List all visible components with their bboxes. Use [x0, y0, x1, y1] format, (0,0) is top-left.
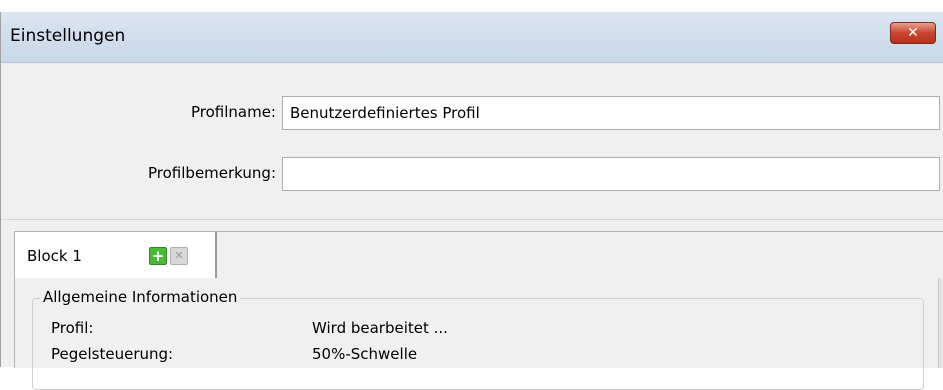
info-key: Pegelsteuerung:	[51, 345, 174, 363]
close-icon: ✕	[907, 25, 919, 41]
remove-block-button[interactable]: ✕	[170, 247, 188, 265]
section-divider	[1, 219, 943, 220]
info-row-profile: Profil: Wird bearbeitet ...	[33, 319, 923, 339]
tab-block-1[interactable]: Block 1 + ✕	[15, 232, 217, 278]
tab-label: Block 1	[27, 247, 82, 265]
close-icon: ✕	[174, 249, 184, 262]
general-info-group: Allgemeine Informationen Profil: Wird be…	[32, 288, 924, 390]
profile-note-label: Profilbemerkung:	[148, 164, 276, 182]
settings-dialog: Einstellungen ✕ Profilname: Profilbemerk…	[0, 12, 943, 390]
profile-name-row: Profilname:	[1, 96, 943, 130]
group-title: Allgemeine Informationen	[40, 288, 241, 306]
block-tab-panel: Block 1 + ✕ Allgemeine Informationen Pro…	[14, 231, 943, 390]
window-title: Einstellungen	[10, 26, 126, 46]
info-value: 50%-Schwelle	[312, 345, 418, 363]
add-block-button[interactable]: +	[149, 247, 167, 265]
vertical-scrollbar[interactable]	[938, 278, 943, 368]
plus-icon: +	[151, 247, 165, 265]
info-row-level-control: Pegelsteuerung: 50%-Schwelle	[33, 345, 923, 365]
profile-name-input[interactable]	[282, 96, 940, 130]
profile-note-input[interactable]	[282, 157, 940, 191]
info-key: Profil:	[51, 319, 94, 337]
profile-note-row: Profilbemerkung:	[1, 157, 943, 191]
title-bar[interactable]: Einstellungen ✕	[1, 12, 943, 63]
info-value: Wird bearbeitet ...	[312, 319, 448, 337]
close-button[interactable]: ✕	[890, 22, 936, 44]
profile-name-label: Profilname:	[190, 103, 276, 121]
